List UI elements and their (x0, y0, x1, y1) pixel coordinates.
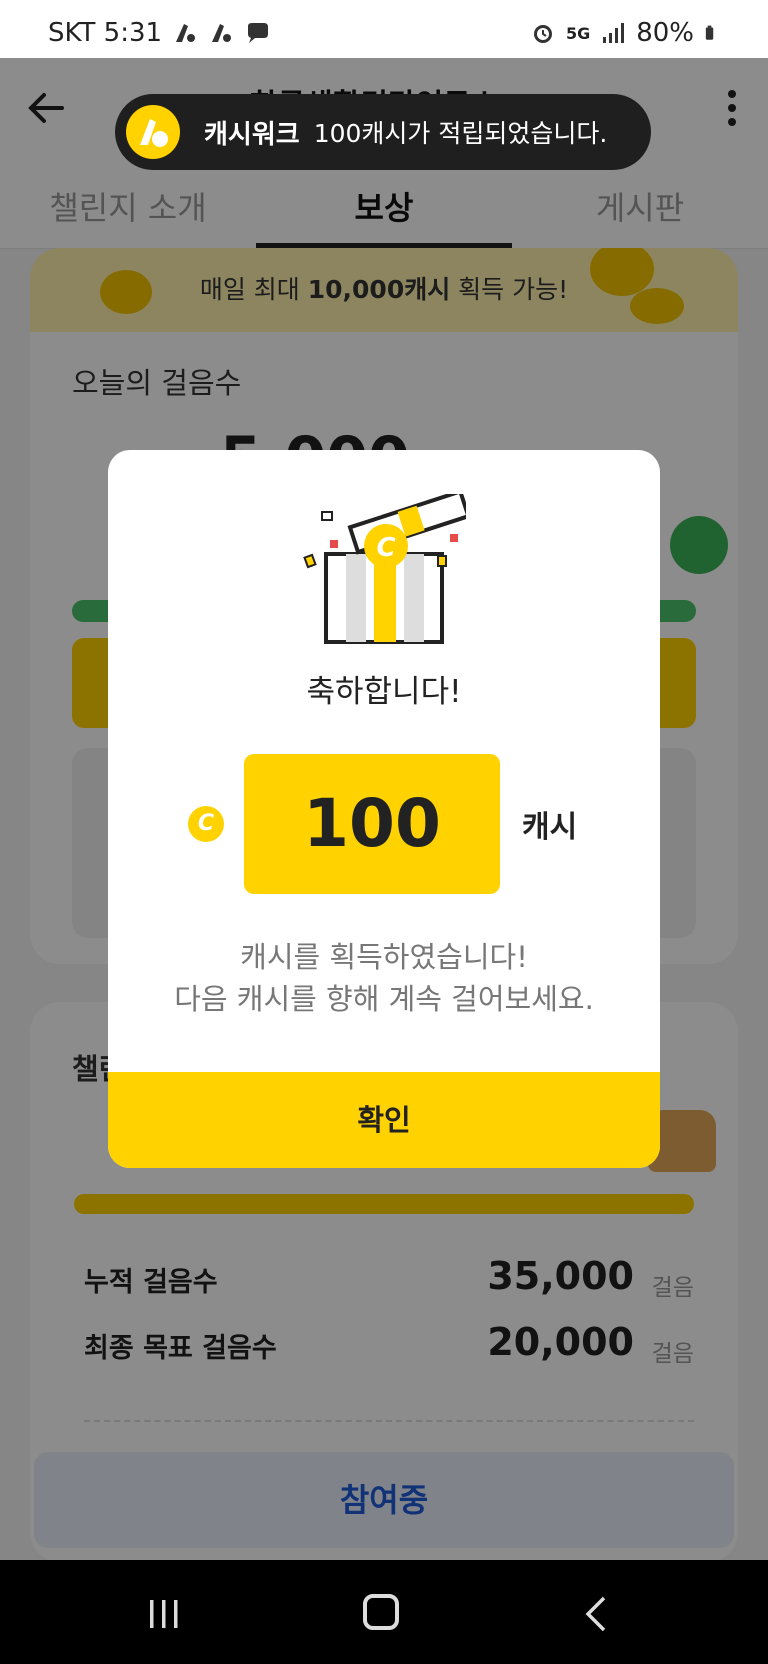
status-left: SKT 5:31 (48, 18, 270, 48)
toast-app-name: 캐시워크 (204, 119, 300, 150)
reward-modal: C 축하합니다! C 100 캐시 캐시를 획득하였습니다! 다음 캐시를 향해… (108, 450, 660, 1168)
modal-message-line2: 다음 캐시를 향해 계속 걸어보세요. (174, 982, 594, 1016)
cashwalk-notification-icon (176, 24, 196, 42)
cash-unit: 캐시 (522, 810, 578, 845)
battery-percent: 80% (636, 18, 694, 48)
signal-icon (603, 23, 625, 43)
toast-message: 100캐시가 적립되었습니다. (313, 119, 608, 148)
recent-apps-icon[interactable] (146, 1596, 182, 1632)
chat-bubble-icon (248, 23, 269, 43)
carrier-time: SKT 5:31 (48, 18, 163, 48)
svg-text:C: C (376, 533, 395, 563)
toast-notification: 캐시워크 100캐시가 적립되었습니다. (115, 94, 651, 170)
modal-message-line1: 캐시를 획득하였습니다! (240, 940, 528, 974)
alarm-icon (533, 25, 552, 43)
system-back-icon[interactable] (584, 1594, 608, 1634)
gift-box-icon: C (303, 494, 466, 644)
cashwalk-notification-icon-2 (212, 24, 232, 42)
network-label: 5G (565, 23, 591, 43)
status-right: 5G 80% (530, 18, 720, 48)
cash-coin-icon: C (188, 806, 224, 842)
battery-icon (705, 25, 714, 40)
status-bar: SKT 5:31 5G 80% (0, 0, 768, 58)
confirm-button[interactable]: 확인 (108, 1072, 660, 1168)
home-icon[interactable] (363, 1594, 399, 1630)
cash-amount: 100 (244, 754, 500, 894)
congrats-title: 축하합니다! (306, 674, 462, 710)
cashwalk-logo-icon (126, 105, 180, 159)
system-navigation-bar (0, 1560, 768, 1664)
